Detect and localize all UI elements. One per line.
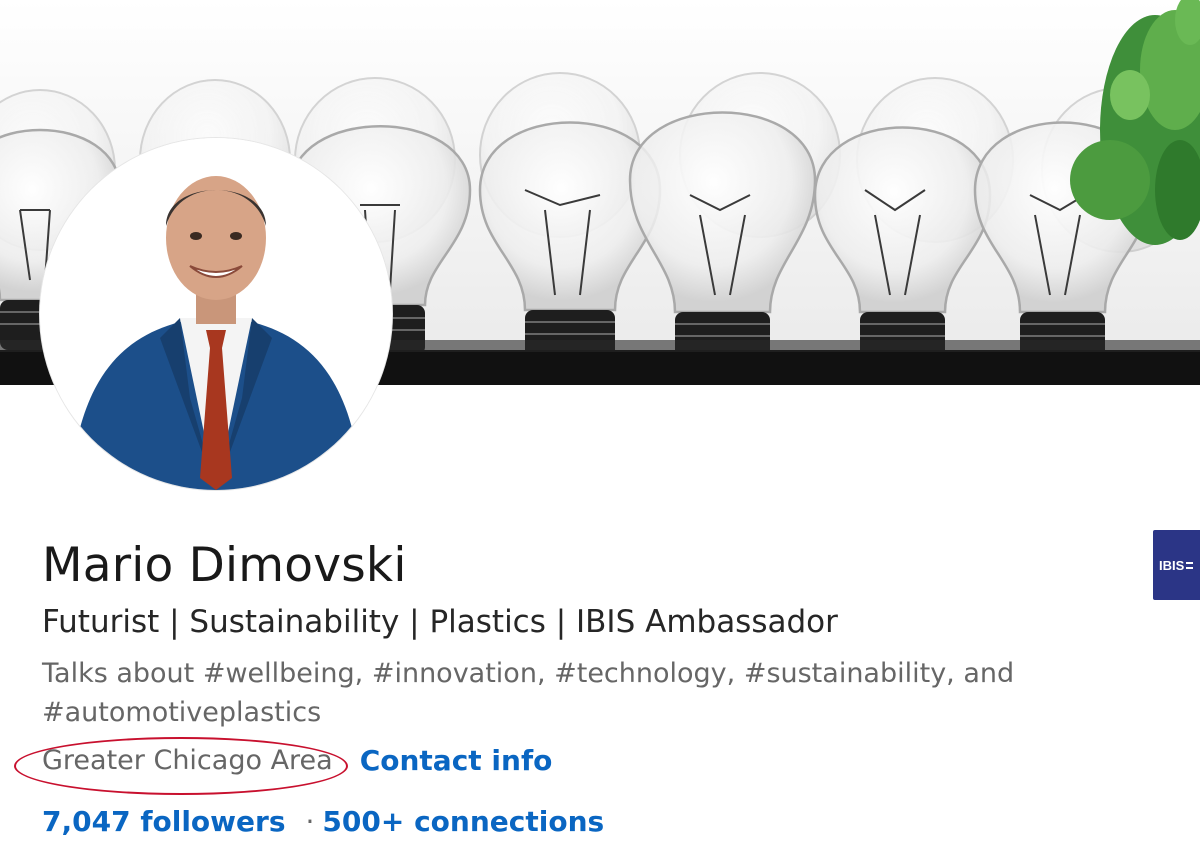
profile-photo[interactable] [40,138,392,490]
talks-about: Talks about #wellbeing, #innovation, #te… [42,658,1015,728]
profile-headline: Futurist | Sustainability | Plastics | I… [42,604,838,640]
profile-name: Mario Dimovski [42,538,407,593]
company-logo-mark-icon [1186,561,1194,569]
company-logo-label: IBIS [1159,557,1185,573]
profile-page: IBIS Mario Dimovski Futurist | Sustainab… [0,0,1200,845]
location-row: Greater Chicago Area Contact info [42,740,552,780]
network-stats: 7,047 followers · 500+ connections [42,800,604,842]
profile-location: Greater Chicago Area [42,744,333,776]
company-logo[interactable]: IBIS [1153,530,1200,600]
contact-info-link[interactable]: Contact info [360,744,553,777]
stats-separator: · [305,804,315,838]
followers-link[interactable]: 7,047 followers [42,805,286,838]
connections-link[interactable]: 500+ connections [322,805,604,838]
avatar-portrait [40,138,392,490]
